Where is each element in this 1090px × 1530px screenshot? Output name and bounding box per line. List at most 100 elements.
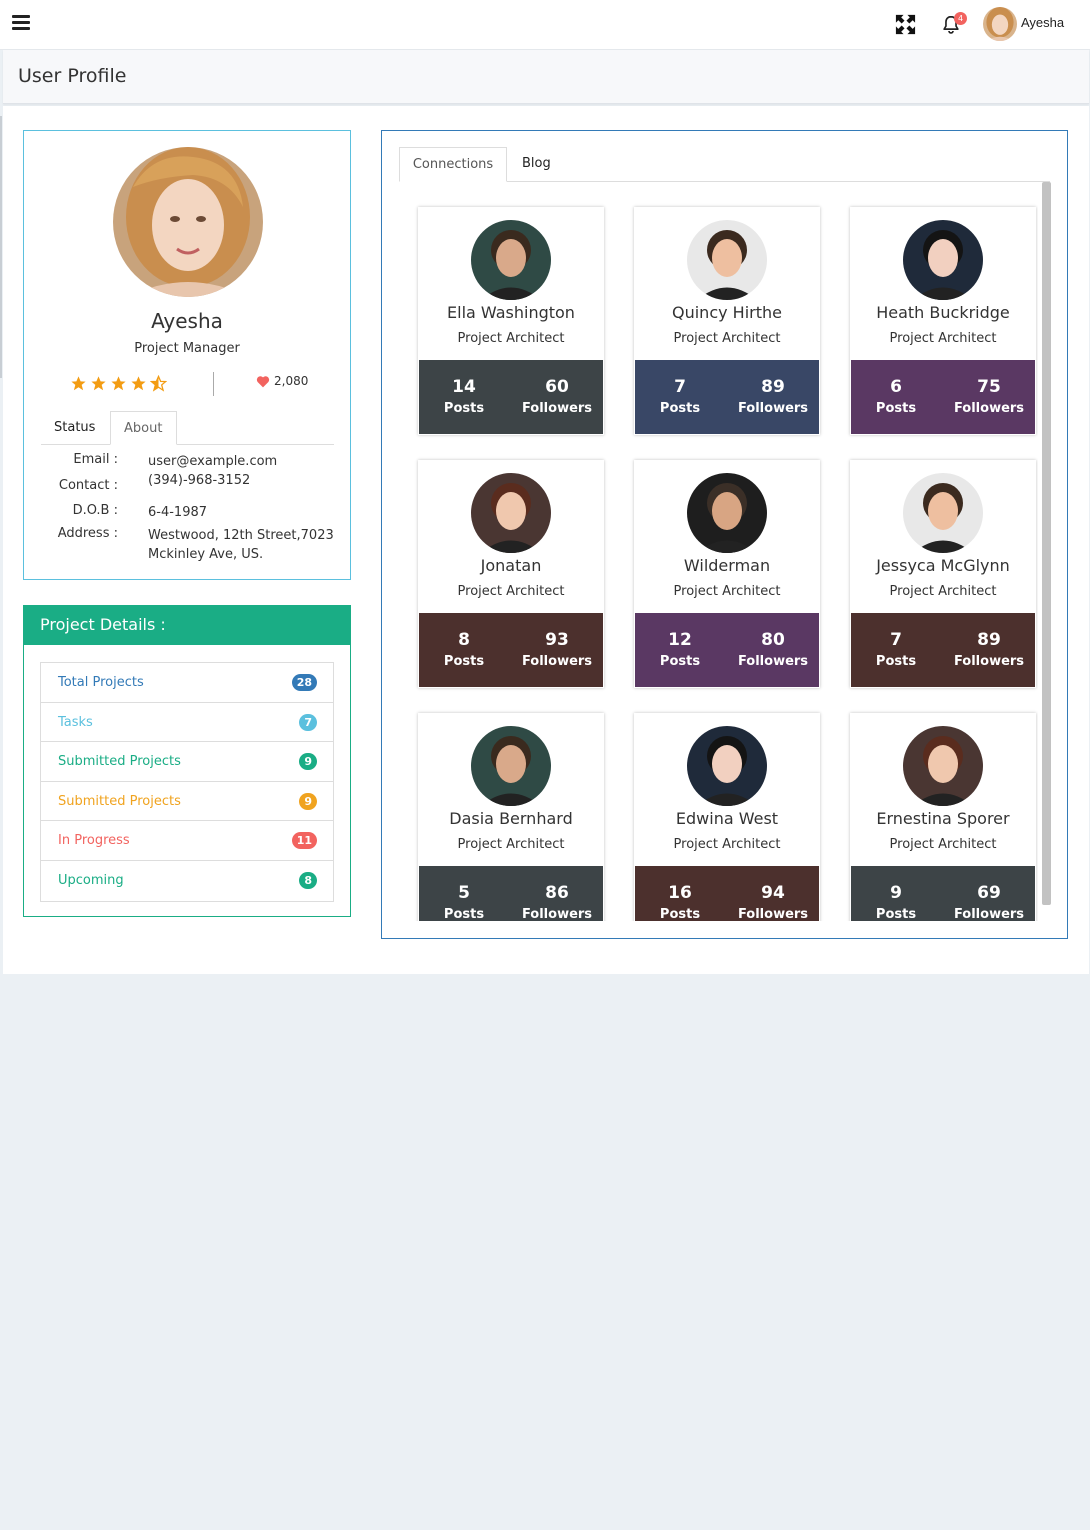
project-list-item[interactable]: Submitted Projects 9 [41, 782, 333, 822]
connection-stats: 9 Posts 69 Followers [851, 866, 1035, 921]
posts-stat: 9 Posts [873, 882, 919, 921]
connection-name: Jonatan [480, 556, 542, 575]
connection-card[interactable]: Wilderman Project Architect 12 Posts 80 Follo… [634, 460, 820, 688]
posts-label: Posts [443, 654, 485, 669]
profile-tabs: Status About [41, 411, 334, 445]
connection-stats: 7 Posts 89 Followers [635, 360, 819, 434]
project-list: Total Projects 28 Tasks 7 Submitted Projects… [40, 662, 334, 902]
followers-label: Followers [521, 907, 593, 921]
likes-count[interactable]: 2,080 [256, 374, 308, 388]
count-badge: 11 [291, 832, 317, 850]
info-value: (394)-968-3152 [148, 473, 251, 488]
project-list-item[interactable]: Submitted Projects 9 [41, 742, 333, 782]
connection-stats: 8 Posts 93 Followers [419, 613, 603, 687]
followers-stat: 60 Followers [517, 376, 597, 420]
project-item-label: Tasks [58, 714, 93, 730]
profile-role: Project Manager [134, 341, 240, 356]
project-list-item[interactable]: Total Projects 28 [41, 663, 333, 703]
profile-card: Ayesha Project Manager 2,080 Status Abou… [23, 130, 351, 580]
project-list-item[interactable]: In Progress 11 [41, 821, 333, 861]
project-list-item[interactable]: Upcoming 8 [41, 861, 333, 901]
count-badge: 9 [299, 753, 317, 771]
connection-card[interactable]: Jessyca McGlynn Project Architect 7 Posts 89… [850, 460, 1036, 688]
menu-icon[interactable] [12, 15, 30, 31]
connection-name: Heath Buckridge [876, 303, 1010, 322]
connections-tabs: Connections Blog [399, 147, 1050, 182]
scrollbar[interactable] [1042, 182, 1051, 905]
connection-avatar [687, 473, 767, 553]
connection-card[interactable]: Ernestina Sporer Project Architect 9 Posts 6… [850, 713, 1036, 921]
project-item-label: Submitted Projects [58, 754, 181, 770]
followers-count: 93 [545, 630, 569, 650]
connection-card[interactable]: Quincy Hirthe Project Architect 7 Posts 89 Fo… [634, 207, 820, 435]
info-label: Contact : [58, 478, 118, 493]
connection-name: Wilderman [683, 556, 771, 575]
profile-photo [113, 147, 263, 297]
fullscreen-icon[interactable] [894, 13, 917, 36]
connection-avatar [687, 726, 767, 806]
posts-count: 6 [890, 377, 902, 397]
followers-stat: 69 Followers [949, 882, 1029, 921]
count-badge: 28 [291, 674, 317, 691]
connection-name: Dasia Bernhard [449, 809, 573, 828]
connection-card[interactable]: Dasia Bernhard Project Architect 5 Posts 86 F… [418, 713, 604, 921]
connection-role: Project Architect [457, 584, 565, 599]
tab-blog[interactable]: Blog [522, 147, 551, 182]
followers-label: Followers [737, 907, 809, 921]
posts-stat: 7 Posts [873, 629, 919, 673]
posts-stat: 14 Posts [441, 376, 487, 420]
followers-stat: 80 Followers [733, 629, 813, 673]
posts-label: Posts [875, 401, 917, 416]
connection-card[interactable]: Ella Washington Project Architect 14 Posts 6… [418, 207, 604, 435]
sidebar-edge [0, 116, 2, 378]
count-badge: 9 [299, 792, 317, 810]
posts-stat: 16 Posts [657, 882, 703, 921]
star-icon [91, 376, 106, 391]
followers-stat: 86 Followers [517, 882, 597, 921]
posts-count: 8 [458, 630, 470, 650]
connection-card[interactable]: Edwina West Project Architect 16 Posts 94 Fol… [634, 713, 820, 921]
project-item-label: Upcoming [58, 872, 124, 888]
connections-grid: Ella Washington Project Architect 14 Posts 6… [408, 198, 1038, 921]
top-navbar: 4 Ayesha [0, 0, 1090, 50]
tab-connections[interactable]: Connections [399, 147, 507, 182]
user-avatar[interactable] [983, 7, 1017, 41]
project-item-label: Submitted Projects [58, 793, 181, 809]
rating-stars [70, 375, 167, 392]
posts-count: 16 [668, 883, 692, 903]
posts-stat: 12 Posts [657, 629, 703, 673]
followers-count: 86 [545, 883, 569, 903]
info-value: 6-4-1987 [148, 505, 208, 520]
followers-label: Followers [737, 654, 809, 669]
connection-avatar [471, 726, 551, 806]
followers-label: Followers [953, 654, 1025, 669]
followers-label: Followers [521, 401, 593, 416]
connection-name: Jessyca McGlynn [876, 556, 1010, 575]
posts-label: Posts [875, 907, 917, 921]
project-details-card: Project Details : Total Projects 28 Tasks 7… [23, 605, 351, 917]
tab-about[interactable]: About [110, 411, 177, 445]
page-title: User Profile [18, 65, 127, 87]
star-icon [131, 376, 146, 391]
project-list-item[interactable]: Tasks 7 [41, 703, 333, 743]
posts-count: 7 [890, 630, 902, 650]
connection-role: Project Architect [889, 837, 997, 852]
followers-stat: 93 Followers [517, 629, 597, 673]
posts-label: Posts [875, 654, 917, 669]
posts-label: Posts [659, 401, 701, 416]
user-name[interactable]: Ayesha [1021, 15, 1064, 30]
page-header: User Profile [3, 50, 1089, 104]
tab-status[interactable]: Status [41, 411, 108, 445]
connection-card[interactable]: Heath Buckridge Project Architect 6 Posts 75… [850, 207, 1036, 435]
posts-count: 14 [452, 377, 476, 397]
connection-name: Ernestina Sporer [876, 809, 1010, 828]
project-details-title: Project Details : [23, 605, 351, 645]
followers-label: Followers [953, 907, 1025, 921]
connection-avatar [903, 220, 983, 300]
star-half-icon [150, 375, 167, 392]
connection-card[interactable]: Jonatan Project Architect 8 Posts 93 Follower… [418, 460, 604, 688]
followers-count: 60 [545, 377, 569, 397]
connection-role: Project Architect [673, 331, 781, 346]
info-value: user@example.com [148, 454, 278, 469]
posts-count: 7 [674, 377, 686, 397]
